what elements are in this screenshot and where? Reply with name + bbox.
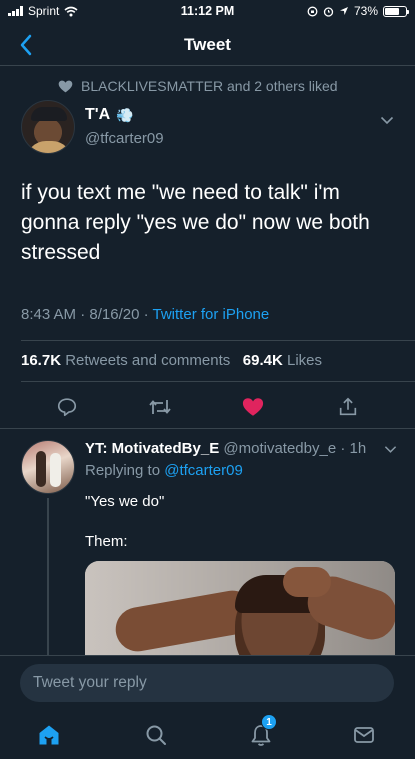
dash-emoji: 💨 [116,106,134,123]
social-context[interactable]: BLACKLIVESMATTER and 2 others liked [58,78,338,94]
tweet-menu-button[interactable] [380,112,394,130]
retweets-label: Retweets and comments [65,352,231,369]
reply-avatar[interactable] [21,440,75,494]
tweet-source[interactable]: Twitter for iPhone [153,306,270,323]
tab-messages[interactable] [347,718,381,752]
tab-home[interactable] [32,718,66,752]
author-name-text: T'A [85,106,111,123]
reply-media-image[interactable] [85,561,395,659]
retweets-count: 16.7K [21,352,62,369]
search-icon [146,725,166,745]
chevron-down-icon [380,116,394,125]
location-icon [339,7,348,15]
divider [21,381,415,382]
reply-text-line-2: Them: [85,533,128,550]
author-handle[interactable]: @tfcarter09 [85,130,164,147]
heart-icon [58,80,73,92]
reply-age: 1h [349,440,367,457]
reply-text-line-1: "Yes we do" [85,493,165,510]
reply-handle: @motivatedby_e [223,440,337,457]
tweet-stats: 16.7K Retweets and comments 69.4K Likes [21,352,322,369]
social-context-text: BLACKLIVESMATTER and 2 others liked [81,78,338,94]
likes-label: Likes [287,352,323,369]
replying-to: Replying to @tfcarter09 [85,462,243,479]
retweet-icon [149,400,171,414]
replying-to-handle[interactable]: @tfcarter09 [164,462,243,479]
status-bar: Sprint 11:12 PM 73% [0,0,415,24]
tweet-date: 8/16/20 [89,306,140,323]
likes-stat[interactable]: 69.4K Likes [243,352,322,369]
nav-header: Tweet [0,26,415,66]
reply-header[interactable]: YT: MotivatedBy_E @motivatedby_e · 1h [85,440,366,457]
rotation-lock-icon [307,6,318,16]
tab-notifications[interactable]: 1 [244,714,278,752]
retweet-button[interactable] [145,392,175,422]
like-button[interactable] [238,392,268,422]
messages-icon [354,727,374,743]
reply-author-name: YT: MotivatedBy_E [85,440,220,457]
share-button[interactable] [333,392,363,422]
divider [21,340,415,341]
replying-prefix: Replying to [85,462,161,479]
reply-input[interactable] [20,664,394,702]
tweet-meta: 8:43 AM · 8/16/20 · Twitter for iPhone [21,306,270,323]
status-right: 73% [307,4,409,18]
thread-line [47,498,49,658]
tweet-actions [0,390,415,424]
reply-button[interactable] [52,392,82,422]
notifications-badge: 1 [261,714,277,730]
battery-icon [383,5,409,17]
share-icon [339,397,357,416]
author-name[interactable]: T'A 💨 [85,106,134,124]
reply-menu-button[interactable] [384,441,397,459]
home-icon [39,725,59,745]
tab-bar: 1 [0,712,415,759]
alarm-icon [323,6,334,17]
likes-count: 69.4K [242,352,283,369]
battery-percent: 73% [353,4,378,18]
tweet-text: if you text me "we need to talk" i'm gon… [21,181,370,264]
retweets-stat[interactable]: 16.7K Retweets and comments [21,352,234,369]
tab-search[interactable] [139,718,173,752]
avatar[interactable] [21,100,75,154]
chevron-down-icon [384,446,397,453]
reply-icon [57,398,77,417]
tweet-time: 8:43 AM [21,306,77,323]
page-title: Tweet [184,35,231,54]
like-icon [242,398,264,416]
reply-composer[interactable] [20,664,394,702]
divider [0,428,415,429]
